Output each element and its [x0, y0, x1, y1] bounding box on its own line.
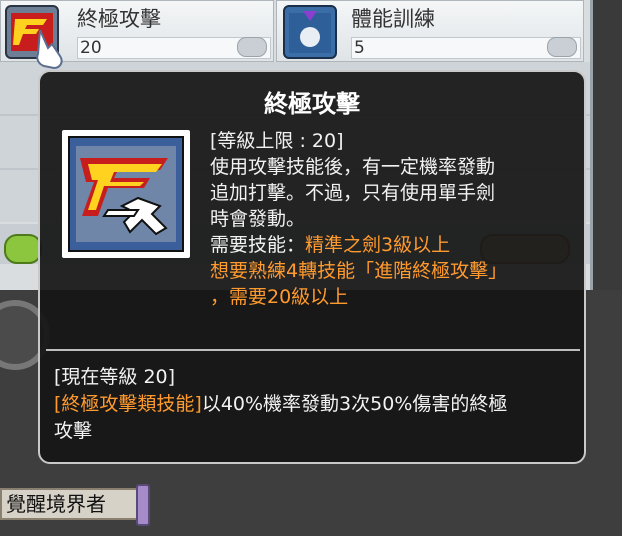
footer-left-button[interactable] — [4, 234, 42, 264]
effect-line: [終極攻擊類技能]以40%機率發動3次50%傷害的終極 — [54, 391, 574, 418]
tooltip-divider — [46, 349, 580, 351]
description-line: 時會發動。 — [210, 208, 306, 230]
requirement-line: ，需要20級以上 — [210, 286, 349, 308]
level-up-button[interactable] — [547, 37, 577, 57]
skill-name: 終極攻擊 — [77, 7, 161, 31]
effect-text: 以40%機率發動3次50%傷害的終極 — [201, 393, 508, 415]
tooltip-icon-frame — [62, 130, 190, 258]
current-level-section: [現在等級 20] [終極攻擊類技能]以40%機率發動3次50%傷害的終極 攻擊 — [54, 364, 574, 445]
final-attack-icon — [66, 134, 186, 254]
required-skill-line: 需要技能：精準之劍3級以上 — [210, 232, 582, 258]
level-up-button[interactable] — [237, 37, 267, 57]
description-line: 追加打擊。不過，只有使用單手劍 — [210, 182, 496, 204]
max-level-text: [等級上限 : 20] — [210, 130, 344, 152]
skill-name: 體能訓練 — [351, 7, 435, 31]
name-plate-cap — [136, 484, 150, 526]
effect-text-continued: 攻擊 — [54, 420, 93, 442]
tooltip-title: 終極攻擊 — [264, 90, 360, 118]
hand-cursor-icon — [30, 26, 76, 72]
tooltip-description: [等級上限 : 20] 使用攻擊技能後，有一定機率發動 追加打擊。不過，只有使用… — [210, 128, 582, 310]
requirement-line: 想要熟練4轉技能「進階終極攻擊」 — [210, 260, 508, 282]
required-skill-value: 精準之劍3級以上 — [305, 234, 451, 256]
physical-training-icon[interactable] — [283, 5, 337, 59]
required-skill-label: 需要技能： — [210, 234, 306, 256]
effect-tag: [終極攻擊類技能] — [54, 393, 202, 415]
description-line: 使用攻擊技能後，有一定機率發動 — [210, 156, 496, 178]
skill-tooltip: 終極攻擊 [等級上限 : 20] 使用攻擊技能後，有一定機率發動 追加打擊。不過… — [38, 70, 586, 464]
skill-slot-physical-training[interactable]: 體能訓練 5 — [276, 0, 584, 62]
character-name-plate: 覺醒境界者 — [0, 488, 140, 520]
current-level-text: [現在等級 20] — [54, 366, 176, 388]
